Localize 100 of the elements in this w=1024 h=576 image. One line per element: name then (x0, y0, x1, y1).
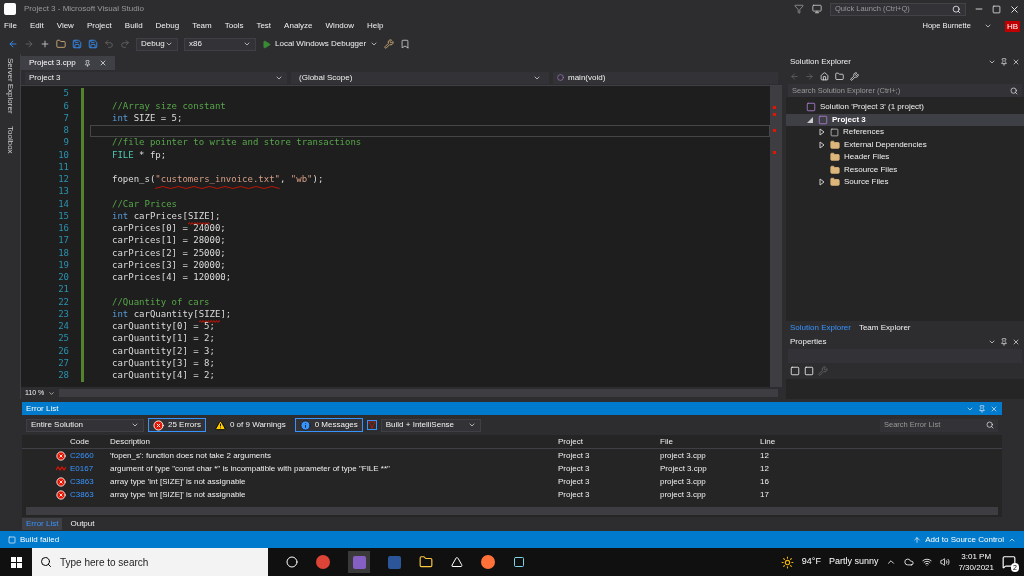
menu-item[interactable]: Team (192, 20, 212, 32)
member-dropdown[interactable]: main(void) (553, 71, 778, 84)
document-tab[interactable]: Project 3.cpp (21, 56, 115, 70)
alphabetical-icon[interactable] (804, 366, 814, 376)
tree-item[interactable]: References (786, 126, 1024, 139)
platform-dropdown[interactable]: x86 (184, 37, 256, 51)
caret-icon[interactable] (48, 389, 56, 397)
side-tab[interactable]: Server Explorer (4, 58, 16, 114)
filter-toggle[interactable]: 0 Messages (294, 418, 363, 432)
tree-item[interactable]: Resource Files (786, 163, 1024, 176)
caret-icon[interactable] (886, 557, 897, 567)
home-icon[interactable] (820, 72, 829, 81)
monitor-icon[interactable] (812, 4, 822, 14)
save-icon[interactable] (72, 39, 82, 49)
panel-tab[interactable]: Team Explorer (858, 321, 911, 334)
expanded-arrow-icon[interactable] (806, 115, 814, 124)
menu-item[interactable]: Tools (224, 20, 244, 32)
collapsed-arrow-icon[interactable] (818, 128, 826, 137)
caret-icon[interactable] (370, 40, 379, 48)
side-tab[interactable]: Toolbox (4, 125, 16, 154)
error-code-link[interactable]: C2660 (70, 449, 110, 462)
error-code-link[interactable]: C3863 (70, 475, 110, 488)
clock-time[interactable]: 3:01 PM (961, 551, 992, 562)
configuration-dropdown[interactable]: Debug (136, 37, 178, 51)
menu-item[interactable]: Help (367, 20, 384, 32)
pin-icon[interactable] (83, 59, 91, 67)
temperature[interactable]: 94°F (801, 555, 821, 569)
app-icon[interactable] (513, 556, 525, 568)
panel-tab[interactable]: Error List (22, 518, 63, 530)
pin-icon[interactable] (1000, 57, 1008, 66)
filter-toggle[interactable]: 0 of 9 Warnings (209, 418, 291, 432)
close-icon[interactable] (1012, 337, 1020, 346)
caret-icon[interactable] (131, 421, 139, 429)
menu-item[interactable]: File (4, 20, 17, 32)
column-header[interactable]: Code (70, 435, 110, 448)
tree-item[interactable]: Header Files (786, 151, 1024, 164)
project-dropdown[interactable]: Project 3 (25, 71, 287, 84)
collapsed-arrow-icon[interactable] (818, 140, 826, 149)
bookmark-icon[interactable] (400, 39, 411, 49)
column-header[interactable]: Project (558, 435, 660, 448)
feedback-icon[interactable] (794, 4, 804, 14)
notifications-icon[interactable] (1002, 555, 1016, 569)
panel-tab[interactable]: Output (66, 518, 99, 530)
error-code-link[interactable]: E0167 (70, 462, 110, 475)
menu-item[interactable]: Edit (29, 20, 44, 32)
taskbar-search-field[interactable]: Type here to search (32, 548, 268, 576)
menu-item[interactable]: Debug (155, 20, 180, 32)
filter-icon[interactable] (366, 420, 377, 430)
folder-icon[interactable] (56, 39, 66, 49)
caret-icon[interactable] (467, 421, 476, 429)
task-view-icon[interactable] (286, 556, 298, 568)
network-icon[interactable] (922, 557, 933, 567)
close-icon[interactable] (1012, 57, 1020, 66)
weather-icon[interactable] (780, 555, 794, 569)
menu-item[interactable]: Analyze (284, 20, 313, 32)
browser-icon[interactable] (316, 555, 330, 569)
document-app-icon[interactable] (388, 555, 401, 569)
wrench-icon[interactable] (384, 39, 395, 49)
user-avatar[interactable]: HB (1004, 20, 1020, 32)
close-icon[interactable] (1009, 3, 1020, 15)
source-dropdown[interactable]: Build + IntelliSense (380, 418, 481, 432)
scope-dropdown[interactable]: Entire Solution (26, 418, 144, 432)
browser-icon[interactable] (481, 555, 495, 569)
restore-icon[interactable] (992, 4, 1001, 14)
filter-toggle[interactable]: 25 Errors (148, 418, 206, 432)
menu-item[interactable]: Build (124, 20, 143, 32)
tree-item[interactable]: Solution 'Project 3' (1 project) (786, 101, 1024, 114)
column-header[interactable]: Line (760, 435, 800, 448)
panel-tab[interactable]: Solution Explorer (790, 321, 851, 334)
cloud-icon[interactable] (904, 557, 915, 567)
column-header[interactable]: Description (110, 435, 558, 448)
column-header[interactable]: File (660, 435, 760, 448)
close-icon[interactable] (98, 59, 107, 67)
menu-item[interactable]: Window (325, 20, 354, 32)
search-icon[interactable] (986, 421, 994, 429)
tree-item[interactable]: External Dependencies (786, 138, 1024, 151)
volume-icon[interactable] (940, 557, 951, 567)
caret-icon[interactable] (243, 40, 251, 48)
search-icon[interactable] (1010, 86, 1018, 95)
weather-text[interactable]: Partly sunny (828, 555, 879, 569)
clock-date[interactable]: 7/30/2021 (958, 562, 994, 573)
collapsed-arrow-icon[interactable] (818, 178, 826, 187)
caret-icon[interactable] (983, 22, 992, 30)
run-button[interactable]: Local Windows Debugger (262, 38, 379, 50)
menu-item[interactable]: Project (86, 20, 112, 32)
scope-dropdown[interactable]: (Global Scope) (291, 71, 549, 84)
folder-icon[interactable] (419, 555, 433, 569)
error-code-link[interactable]: C3863 (70, 488, 110, 501)
categorized-icon[interactable] (790, 366, 800, 376)
search-icon[interactable] (952, 4, 961, 14)
new-item-icon[interactable] (40, 39, 50, 49)
menu-item[interactable]: View (56, 20, 74, 32)
pin-icon[interactable] (1000, 337, 1008, 346)
back-icon[interactable] (8, 39, 18, 49)
tree-item[interactable]: Project 3 (786, 113, 1024, 126)
start-icon[interactable] (10, 556, 22, 568)
save-all-icon[interactable] (88, 39, 98, 49)
source-control-button[interactable]: Add to Source Control (925, 533, 1004, 546)
vertical-scrollbar[interactable] (770, 86, 782, 387)
menu-item[interactable]: Test (256, 20, 272, 32)
